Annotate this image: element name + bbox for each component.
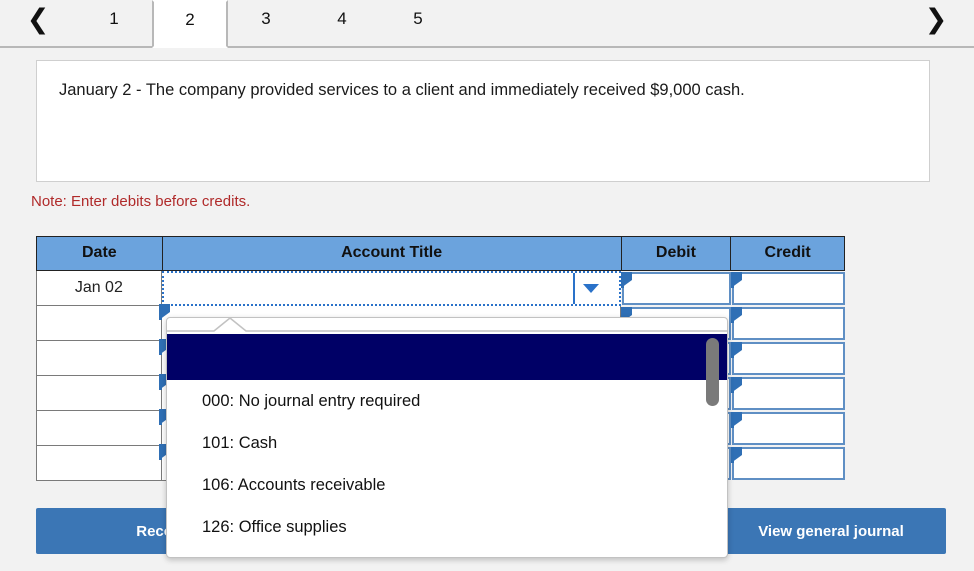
dropdown-option-126[interactable]: 126: Office supplies (167, 506, 727, 548)
cell-credit-row-5[interactable] (731, 412, 845, 445)
dropdown-option-106-label: 106: Accounts receivable (202, 475, 386, 494)
cell-marker-icon (731, 272, 743, 288)
cell-date-row-3[interactable] (36, 341, 162, 376)
transaction-prompt-text: January 2 - The company provided service… (59, 81, 745, 99)
cell-credit-row-3[interactable] (731, 342, 845, 375)
cell-date-row-1[interactable]: Jan 02 (36, 271, 162, 306)
next-page-button[interactable]: ❯ (898, 0, 974, 48)
tab-bar-filler (456, 0, 898, 48)
table-row: Jan 02 (36, 271, 845, 306)
cell-date-row-2[interactable] (36, 306, 162, 341)
chevron-down-icon (582, 284, 599, 293)
tab-bar: ❮ 1 2 3 4 5 ❯ (0, 0, 974, 48)
journal-entry-screen: ❮ 1 2 3 4 5 ❯ January 2 - The company pr… (0, 0, 974, 571)
account-dropdown-toggle[interactable] (572, 273, 607, 304)
tab-2[interactable]: 2 (152, 0, 228, 48)
dropdown-option-126-label: 126: Office supplies (202, 517, 347, 536)
dropdown-option-101[interactable]: 101: Cash (167, 422, 727, 464)
header-account-title: Account Title (163, 237, 622, 270)
cell-marker-icon (620, 272, 632, 288)
cell-marker-icon (731, 342, 743, 358)
view-general-journal-button[interactable]: View general journal (716, 508, 946, 554)
cell-credit-row-6[interactable] (731, 447, 845, 480)
dropdown-option-blank[interactable] (167, 334, 727, 380)
cell-credit-row-4[interactable] (731, 377, 845, 410)
tab-3-label: 3 (261, 9, 271, 28)
tab-4[interactable]: 4 (304, 0, 380, 48)
dropdown-scrollbar-thumb[interactable] (706, 338, 719, 406)
tab-2-label: 2 (185, 10, 195, 29)
cell-credit-row-2[interactable] (731, 307, 845, 340)
header-debit: Debit (622, 237, 732, 270)
header-credit: Credit (764, 244, 811, 261)
header-date: Date (37, 237, 163, 270)
dropdown-option-106[interactable]: 106: Accounts receivable (167, 464, 727, 506)
cell-credit-row-1[interactable] (731, 272, 845, 305)
dropdown-option-000[interactable]: 000: No journal entry required (167, 380, 727, 422)
journal-table-header: Date Account Title Debit Credit (36, 236, 845, 271)
cell-marker-icon (731, 307, 743, 323)
account-title-dropdown-list[interactable]: 000: No journal entry required 101: Cash… (166, 317, 728, 558)
dropdown-option-101-label: 101: Cash (202, 433, 278, 452)
cell-marker-icon (731, 412, 743, 428)
cell-debit-row-1[interactable] (620, 272, 732, 305)
cell-date-row-5[interactable] (36, 411, 162, 446)
cell-marker-icon (731, 377, 743, 393)
dropdown-option-000-label: 000: No journal entry required (202, 391, 421, 410)
cell-date-row-1-value: Jan 02 (74, 279, 123, 296)
cell-marker-icon (731, 447, 743, 463)
cell-date-row-4[interactable] (36, 376, 162, 411)
prev-page-button[interactable]: ❮ (0, 0, 76, 48)
tab-4-label: 4 (337, 9, 347, 28)
note-text: Note: Enter debits before credits. (31, 193, 251, 210)
transaction-prompt: January 2 - The company provided service… (36, 60, 930, 182)
tab-1[interactable]: 1 (76, 0, 152, 48)
dropdown-options: 000: No journal entry required 101: Cash… (167, 334, 727, 557)
tab-5[interactable]: 5 (380, 0, 456, 48)
tab-5-label: 5 (413, 9, 423, 28)
cell-account-row-1[interactable] (161, 271, 621, 306)
tab-3[interactable]: 3 (228, 0, 304, 48)
tab-1-label: 1 (109, 9, 119, 28)
cell-date-row-6[interactable] (36, 446, 162, 481)
